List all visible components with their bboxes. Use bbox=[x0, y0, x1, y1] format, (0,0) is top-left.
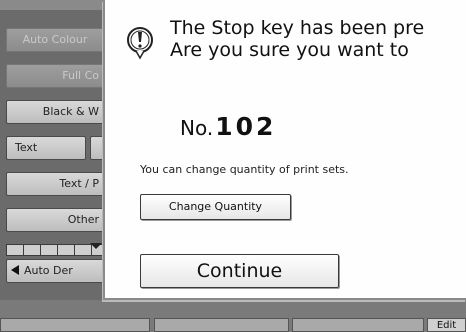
density-cell bbox=[6, 244, 24, 256]
density-marker-icon bbox=[90, 243, 102, 249]
bottom-tab-1[interactable] bbox=[0, 318, 150, 332]
job-number: No.102 bbox=[180, 112, 276, 141]
edit-tab[interactable]: Edit bbox=[427, 318, 466, 332]
job-number-prefix: No. bbox=[180, 116, 214, 140]
message-line-2: Are you sure you want to bbox=[170, 39, 409, 61]
warning-icon bbox=[127, 27, 153, 60]
arrow-left-icon bbox=[11, 265, 19, 275]
text-mode-button[interactable]: Text bbox=[6, 136, 86, 160]
auto-colour-button[interactable]: Auto Colour bbox=[6, 28, 104, 52]
bottom-tab-3[interactable] bbox=[292, 318, 424, 332]
black-white-button[interactable]: Black & W bbox=[6, 100, 104, 124]
other-button[interactable]: Other bbox=[6, 208, 104, 232]
change-quantity-button[interactable]: Change Quantity bbox=[140, 194, 291, 220]
density-cell bbox=[57, 244, 75, 256]
auto-density-label: Auto Der bbox=[24, 264, 73, 277]
bottom-tab-2[interactable] bbox=[154, 318, 289, 332]
full-colour-button[interactable]: Full Co bbox=[6, 64, 104, 88]
density-cell bbox=[40, 244, 58, 256]
job-number-value: 102 bbox=[215, 112, 277, 141]
quantity-hint: You can change quantity of print sets. bbox=[140, 163, 349, 176]
continue-button[interactable]: Continue bbox=[140, 254, 339, 288]
message-line-1: The Stop key has been pre bbox=[170, 17, 425, 39]
text-photo-button[interactable]: Text / P bbox=[6, 172, 104, 196]
density-scale bbox=[6, 243, 109, 258]
dialog-message: The Stop key has been pre Are you sure y… bbox=[170, 17, 424, 61]
auto-density-button[interactable]: Auto Der bbox=[6, 259, 104, 283]
stop-confirm-dialog: The Stop key has been pre Are you sure y… bbox=[103, 0, 466, 300]
density-cell bbox=[23, 244, 41, 256]
